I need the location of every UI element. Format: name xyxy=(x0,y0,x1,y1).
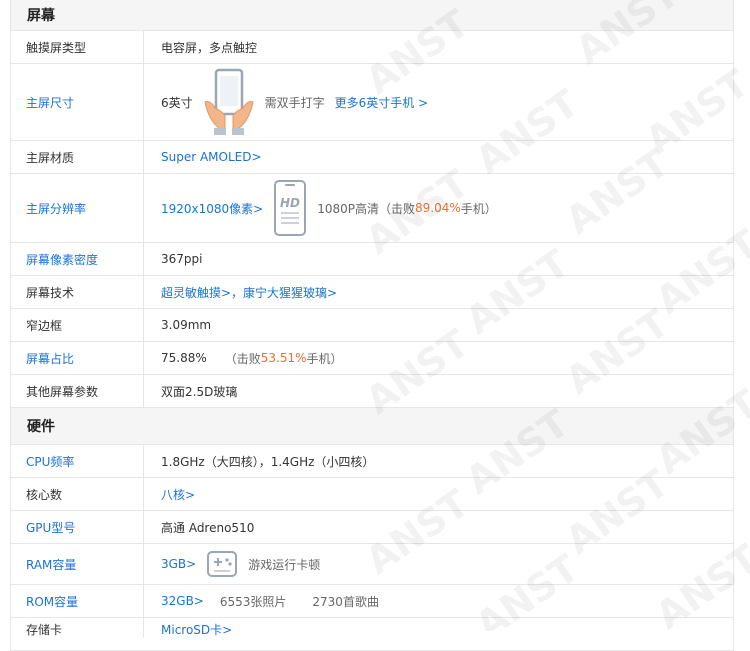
screen-ratio-note-suffix: 手机） xyxy=(306,351,343,366)
rom-songs-note: 2730首歌曲 xyxy=(312,594,379,609)
spec-row-memory-card: 存储卡 MicroSD卡> xyxy=(11,618,733,651)
spec-row-screen-size: 主屏尺寸 6英寸 需双手打字 更多6英寸手机 > xyxy=(11,64,733,141)
spec-row-pixel-density: 屏幕像素密度 367ppi xyxy=(11,243,733,276)
spec-label-link[interactable]: 主屏尺寸 xyxy=(11,64,144,140)
two-hands-phone-icon xyxy=(203,68,255,136)
spec-value: Super AMOLED> xyxy=(144,141,733,173)
spec-value: 367ppi xyxy=(161,252,203,266)
spec-value: 1.8GHz（大四核），1.4GHz（小四核） xyxy=(161,454,375,469)
spec-row-cores: 核心数 八核> xyxy=(11,478,733,511)
screen-material-link[interactable]: Super AMOLED> xyxy=(161,150,262,164)
spec-value: 3GB> 游戏运行卡顿 xyxy=(144,544,733,584)
screen-ratio-highlight: 53.51% xyxy=(260,351,307,365)
resolution-highlight: 89.04% xyxy=(415,201,461,215)
ram-link[interactable]: 3GB> xyxy=(161,557,196,571)
spec-label-link[interactable]: CPU频率 xyxy=(11,445,144,477)
spec-label-link[interactable]: 屏幕像素密度 xyxy=(11,243,144,275)
spec-sheet: 屏幕 触摸屏类型 电容屏，多点触控 主屏尺寸 6英寸 需双手打字 更多6英寸手机… xyxy=(10,0,734,651)
cores-link[interactable]: 八核> xyxy=(161,486,195,503)
spec-label-link[interactable]: 主屏分辨率 xyxy=(11,174,144,242)
spec-row-screen-ratio: 屏幕占比 75.88% （击败 53.51% 手机） xyxy=(11,342,733,375)
spec-label-link[interactable]: ROM容量 xyxy=(11,585,144,617)
screen-size-value: 6英寸 xyxy=(161,95,193,110)
resolution-note-prefix: 1080P高清（击败 xyxy=(317,201,416,216)
spec-value: 八核> xyxy=(144,478,733,510)
more-6-inch-phones-link[interactable]: 更多6英寸手机 > xyxy=(335,94,429,111)
spec-value: 3.09mm xyxy=(161,318,212,332)
gamepad-icon xyxy=(206,550,238,578)
section-header-hardware: 硬件 xyxy=(11,408,733,445)
section-title: 屏幕 xyxy=(27,8,55,24)
spec-row-ram: RAM容量 3GB> 游戏运行卡顿 xyxy=(11,544,733,585)
spec-row-rom: ROM容量 32GB> 6553张照片 2730首歌曲 xyxy=(11,585,733,618)
spec-value: 75.88% （击败 53.51% 手机） xyxy=(144,342,733,374)
resolution-note-suffix: 手机） xyxy=(460,201,497,216)
screen-ratio-value: 75.88% xyxy=(161,351,207,365)
rom-link[interactable]: 32GB> xyxy=(161,594,204,608)
spec-value: 高通 Adreno510 xyxy=(161,520,255,535)
rom-photos-note: 6553张照片 xyxy=(219,594,287,609)
spec-value: 32GB> 6553张照片 2730首歌曲 xyxy=(144,585,733,617)
screen-tech-links[interactable]: 超灵敏触摸>，康宁大猩猩玻璃> xyxy=(161,284,337,301)
spec-row-other-screen: 其他屏幕参数 双面2.5D玻璃 xyxy=(11,375,733,408)
section-title: 硬件 xyxy=(27,419,55,435)
spec-row-resolution: 主屏分辨率 1920x1080像素> HD 1080P高清（击败 89.04% 手机… xyxy=(11,174,733,243)
hd-badge: HD xyxy=(280,196,300,210)
resolution-link[interactable]: 1920x1080像素> xyxy=(161,200,263,217)
spec-row-screen-material: 主屏材质 Super AMOLED> xyxy=(11,141,733,174)
hd-phone-icon: HD xyxy=(273,179,307,237)
spec-value: 1920x1080像素> HD 1080P高清（击败 89.04% 手机） xyxy=(144,174,733,242)
spec-value: 双面2.5D玻璃 xyxy=(161,384,238,399)
spec-value: 6英寸 需双手打字 更多6英寸手机 > xyxy=(144,64,733,140)
spec-label: 窄边框 xyxy=(11,309,144,341)
spec-label: 存储卡 xyxy=(11,618,144,638)
spec-label-link[interactable]: GPU型号 xyxy=(11,511,144,543)
spec-value: MicroSD卡> xyxy=(144,618,733,638)
spec-row-gpu: GPU型号 高通 Adreno510 xyxy=(11,511,733,544)
spec-row-touch-type: 触摸屏类型 电容屏，多点触控 xyxy=(11,31,733,64)
spec-label: 其他屏幕参数 xyxy=(11,375,144,407)
spec-label: 屏幕技术 xyxy=(11,276,144,308)
spec-value: 超灵敏触摸>，康宁大猩猩玻璃> xyxy=(144,276,733,308)
spec-row-cpu-freq: CPU频率 1.8GHz（大四核），1.4GHz（小四核） xyxy=(11,445,733,478)
spec-row-screen-tech: 屏幕技术 超灵敏触摸>，康宁大猩猩玻璃> xyxy=(11,276,733,309)
spec-label-link[interactable]: RAM容量 xyxy=(11,544,144,584)
spec-label: 核心数 xyxy=(11,478,144,510)
spec-label-link[interactable]: 屏幕占比 xyxy=(11,342,144,374)
spec-row-bezel: 窄边框 3.09mm xyxy=(11,309,733,342)
spec-label: 触摸屏类型 xyxy=(11,31,144,63)
ram-note: 游戏运行卡顿 xyxy=(248,557,321,572)
screen-ratio-note-prefix: （击败 xyxy=(224,351,261,366)
memory-card-link[interactable]: MicroSD卡> xyxy=(161,621,232,638)
spec-value: 电容屏，多点触控 xyxy=(161,40,258,55)
section-header-screen: 屏幕 xyxy=(11,0,733,31)
screen-size-note: 需双手打字 xyxy=(264,95,325,110)
spec-label: 主屏材质 xyxy=(11,141,144,173)
